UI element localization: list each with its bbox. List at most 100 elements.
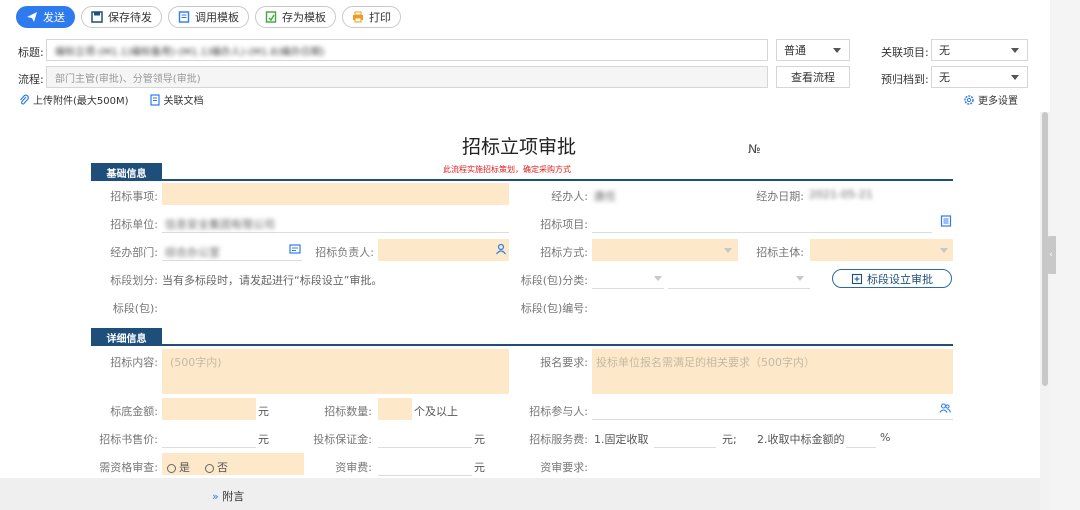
qual-yes-label: 是: [179, 461, 190, 474]
bid-method-select[interactable]: [592, 239, 738, 261]
side-collapse-handle[interactable]: ‹: [1046, 236, 1056, 274]
doc-price-input[interactable]: [162, 426, 256, 448]
upload-label: 上传附件(最大500M): [33, 96, 129, 107]
footer-bar: » 附言: [0, 478, 1040, 510]
section-div-value: 当有多标段时，请发起进行“标段设立”审批。: [162, 274, 383, 287]
content-placeholder: (500字内): [170, 356, 222, 369]
base-amount-unit: 元: [258, 405, 269, 418]
section-approve-label: 标段设立审批: [867, 272, 933, 286]
attach-note-toggle[interactable]: » 附言: [212, 488, 244, 504]
pct-fee-label: 2.收取中标金额的: [757, 433, 845, 446]
participants-input[interactable]: [592, 398, 953, 420]
section-class-select-2[interactable]: [668, 267, 810, 289]
related-project-select[interactable]: 无: [931, 39, 1028, 61]
related-doc-link[interactable]: 关联文档: [149, 92, 204, 107]
more-settings-link[interactable]: 更多设置: [963, 92, 1018, 107]
archive-select[interactable]: 无: [931, 66, 1028, 88]
qual-yes-option[interactable]: 是: [167, 459, 190, 475]
review-fee-unit: 元: [474, 461, 485, 474]
signup-placeholder: 投标单位报名需满足的相关要求（500字内）: [596, 356, 815, 369]
bid-item-label: 招标事项:: [110, 190, 158, 203]
print-icon: [352, 11, 364, 23]
save-template-button[interactable]: 存为模板: [255, 6, 336, 28]
content-label: 招标内容:: [110, 356, 158, 369]
save-template-label: 存为模板: [282, 11, 326, 24]
view-flow-button[interactable]: 查看流程: [776, 66, 850, 88]
radio-yes[interactable]: [167, 463, 176, 473]
section-detail-header: 详细信息: [91, 328, 953, 346]
list-icon[interactable]: [940, 215, 952, 227]
deposit-label: 投标保证金:: [313, 433, 372, 446]
base-amount-label: 标底金额:: [110, 405, 158, 418]
bid-leader-input[interactable]: [378, 239, 509, 261]
fixed-fee-input[interactable]: [654, 426, 716, 448]
flow-input[interactable]: 部门主管(审批)、分管领导(审批): [46, 66, 768, 88]
section-detail-title: 详细信息: [91, 328, 162, 346]
send-icon: [26, 11, 38, 23]
save-pending-label: 保存待发: [108, 11, 152, 24]
section-basic-header: 基础信息: [91, 163, 953, 181]
view-flow-label: 查看流程: [791, 71, 835, 84]
handler-value: 唐任: [594, 190, 616, 203]
send-button[interactable]: 发送: [16, 6, 75, 28]
archive-value: 无: [939, 71, 950, 84]
attachment-links: 上传附件(最大500M) 关联文档: [18, 92, 204, 107]
section-basic-title: 基础信息: [91, 163, 162, 181]
bid-count-input[interactable]: [378, 398, 412, 420]
pct-unit: %: [880, 431, 891, 444]
bid-item-input[interactable]: [162, 183, 509, 205]
qual-no-label: 否: [217, 461, 228, 474]
bid-subject-select[interactable]: [810, 239, 953, 261]
deposit-input[interactable]: [378, 426, 472, 448]
related-doc-label: 关联文档: [163, 96, 204, 107]
qual-check-label: 需资格审查:: [99, 461, 158, 474]
base-amount-input[interactable]: [162, 398, 256, 420]
related-project-label: 关联项目:: [881, 46, 929, 59]
doc-price-unit: 元: [258, 433, 269, 446]
save-pending-button[interactable]: 保存待发: [81, 6, 162, 28]
section-div-label: 标段划分:: [110, 274, 158, 287]
archive-label: 预归档到:: [881, 73, 929, 86]
bid-count-label: 招标数量:: [324, 405, 372, 418]
radio-no[interactable]: [205, 463, 214, 473]
deposit-unit: 元: [474, 433, 485, 446]
use-template-button[interactable]: 调用模板: [168, 6, 249, 28]
bid-unit-value: 信息安全集团有限公司: [165, 218, 275, 231]
bid-project-input[interactable]: [592, 211, 932, 233]
form-title: 招标立项审批: [462, 136, 577, 158]
chevron-down-icon: [833, 48, 841, 53]
handler-label: 经办人:: [551, 190, 588, 203]
qual-no-option[interactable]: 否: [205, 459, 228, 475]
chevron-down-icon: [724, 248, 732, 253]
section-pkg-label: 标段(包):: [112, 302, 158, 315]
gear-icon: [963, 94, 975, 106]
title-input[interactable]: 编标立项-(M1.1)编标备用)-(M1.1)编办人)-(M1.8)编办日期): [46, 39, 768, 61]
handle-date-value: 2021-05-21: [809, 188, 873, 201]
title-value: 编标立项-(M1.1)编标备用)-(M1.1)编办人)-(M1.8)编办日期): [55, 46, 325, 58]
section-approve-button[interactable]: 标段设立审批: [832, 269, 952, 288]
signup-label: 报名要求:: [540, 356, 588, 369]
user-icon[interactable]: [495, 243, 507, 255]
review-req-label: 资审要求:: [540, 461, 588, 474]
attach-note-label: 附言: [222, 490, 245, 503]
chevron-down-icon: [940, 248, 948, 253]
vertical-scrollbar[interactable]: [1040, 112, 1050, 510]
upload-link[interactable]: 上传附件(最大500M): [18, 92, 129, 107]
use-template-label: 调用模板: [195, 11, 239, 24]
pct-fee-input[interactable]: [846, 426, 876, 448]
fixed-fee-unit: 元;: [722, 433, 737, 446]
save-template-icon: [265, 11, 277, 23]
print-button[interactable]: 打印: [342, 6, 401, 28]
handle-date-label: 经办日期:: [756, 190, 804, 203]
review-fee-input[interactable]: [378, 454, 472, 476]
chevrons-down-icon: »: [212, 490, 219, 503]
flow-value: 部门主管(审批)、分管领导(审批): [55, 73, 201, 85]
chevron-down-icon: [654, 276, 662, 281]
users-icon[interactable]: [939, 402, 951, 414]
more-settings-label: 更多设置: [978, 96, 1018, 107]
document-icon: [149, 93, 161, 106]
priority-select[interactable]: 普通: [776, 39, 850, 61]
form-body: 招标立项审批 № 此流程实施招标策划，确定采购方式 基础信息 招标事项: 经办人…: [0, 112, 1040, 478]
dept-value: 综合办公室: [165, 246, 220, 259]
flow-label: 流程:: [18, 73, 44, 86]
